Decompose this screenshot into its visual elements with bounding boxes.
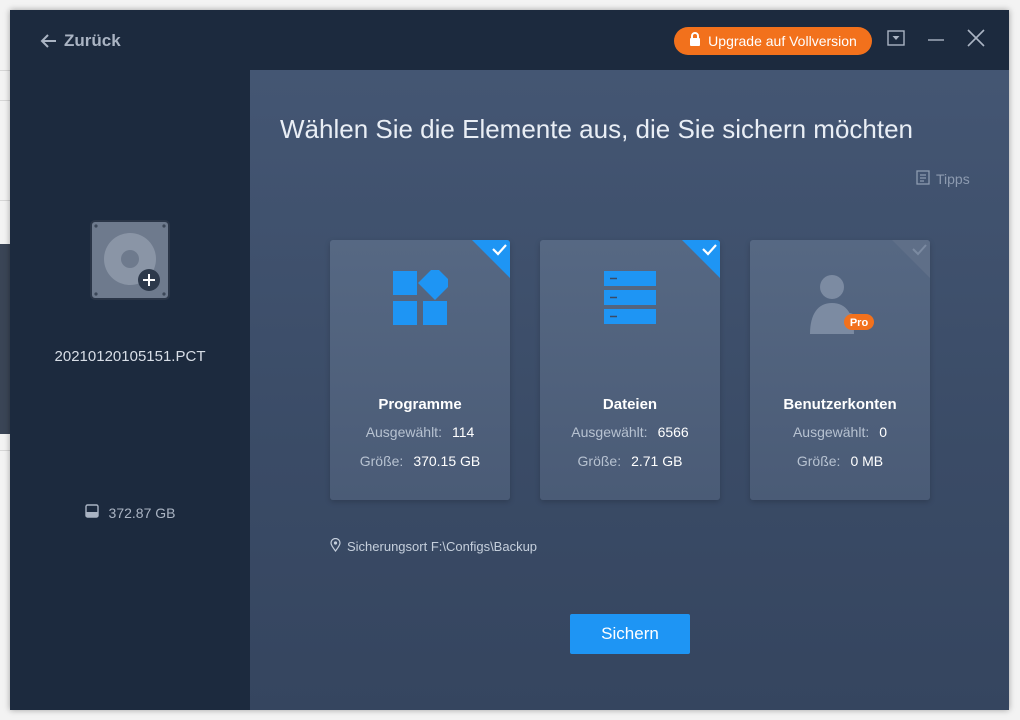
selected-label: Ausgewählt: xyxy=(792,424,870,440)
card-size-row: Größe: 2.71 GB xyxy=(540,453,720,469)
close-button[interactable] xyxy=(964,28,988,52)
card-title: Dateien xyxy=(602,396,658,413)
card-title: Benutzerkonten xyxy=(783,396,897,413)
size-value: 370.15 GB xyxy=(413,453,481,469)
document-icon xyxy=(916,170,930,188)
card-selected-row: Ausgewählt: 6566 xyxy=(540,424,720,440)
user-accounts-icon: Pro xyxy=(750,270,930,340)
card-files[interactable]: Dateien Ausgewählt: 6566 Größe: 2.71 GB xyxy=(540,240,720,500)
card-user-accounts[interactable]: Pro Benutzerkonten Ausgewählt: 0 Größe: … xyxy=(750,240,930,500)
backup-dialog: Zurück Upgrade auf Vollversion 202101201… xyxy=(10,10,1009,710)
disk-image-icon xyxy=(90,220,170,300)
disk-size-value: 372.87 GB xyxy=(108,504,176,521)
location-pin-icon xyxy=(330,537,341,555)
card-title: Programme xyxy=(378,396,462,413)
close-icon xyxy=(967,28,985,52)
selected-value: 0 xyxy=(879,424,888,440)
back-button[interactable]: Zurück xyxy=(40,28,121,54)
backup-button[interactable]: Sichern xyxy=(570,614,690,654)
tips-link[interactable]: Tipps xyxy=(916,170,970,188)
drive-icon xyxy=(84,504,99,521)
minimize-button[interactable] xyxy=(924,28,948,52)
arrow-left-icon xyxy=(40,33,58,49)
card-size-row: Größe: 0 MB xyxy=(750,453,930,469)
size-label: Größe: xyxy=(359,453,404,469)
selection-panel: Wählen Sie die Elemente aus, die Sie sic… xyxy=(250,70,1009,710)
card-programs[interactable]: Programme Ausgewählt: 114 Größe: 370.15 … xyxy=(330,240,510,500)
disk-size: 372.87 GB xyxy=(10,504,250,521)
lock-icon xyxy=(689,32,701,50)
backup-location-text: Sicherungsort F:\Configs\Backup xyxy=(347,539,538,554)
size-label: Größe: xyxy=(796,453,841,469)
pro-badge: Pro xyxy=(850,317,869,329)
upgrade-button[interactable]: Upgrade auf Vollversion xyxy=(674,27,872,55)
dropdown-menu-button[interactable] xyxy=(884,28,908,52)
title-bar: Zurück Upgrade auf Vollversion xyxy=(10,10,1009,70)
tips-label: Tipps xyxy=(936,171,970,187)
files-icon xyxy=(540,270,720,340)
selected-value: 6566 xyxy=(657,424,689,440)
card-size-row: Größe: 370.15 GB xyxy=(330,453,510,469)
size-value: 2.71 GB xyxy=(631,453,683,469)
size-value: 0 MB xyxy=(850,453,884,469)
size-label: Größe: xyxy=(577,453,622,469)
minimize-icon xyxy=(927,30,945,51)
backup-location[interactable]: Sicherungsort F:\Configs\Backup xyxy=(330,537,538,555)
apps-icon xyxy=(330,270,510,340)
dropdown-icon xyxy=(887,29,905,51)
backup-image-name: 20210120105151.PCT xyxy=(54,348,206,365)
page-title: Wählen Sie die Elemente aus, die Sie sic… xyxy=(280,114,914,144)
source-panel: 20210120105151.PCT 372.87 GB xyxy=(10,70,250,710)
back-label: Zurück xyxy=(64,31,121,50)
selected-value: 114 xyxy=(451,424,475,440)
selected-label: Ausgewählt: xyxy=(365,424,442,440)
upgrade-label: Upgrade auf Vollversion xyxy=(708,33,857,49)
selected-label: Ausgewählt: xyxy=(571,424,648,440)
card-selected-row: Ausgewählt: 114 xyxy=(330,424,510,440)
card-selected-row: Ausgewählt: 0 xyxy=(750,424,930,440)
